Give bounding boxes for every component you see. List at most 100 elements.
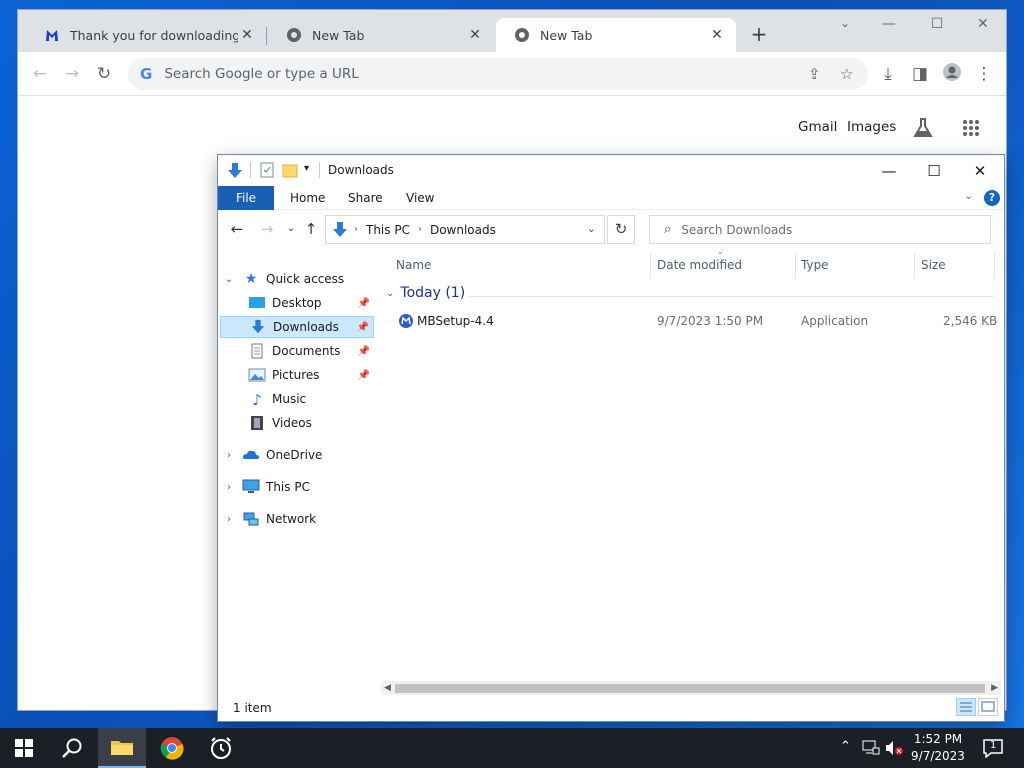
mbsetup-app-icon <box>399 314 413 328</box>
nav-music[interactable]: ♪ Music <box>230 388 374 410</box>
refresh-icon[interactable]: ↻ <box>607 215 635 244</box>
maximize-button[interactable]: ☐ <box>922 16 952 32</box>
up-icon[interactable]: ↑ <box>302 219 320 239</box>
tab-close-icon[interactable]: ✕ <box>238 27 256 43</box>
start-button[interactable] <box>0 728 48 768</box>
breadcrumb-chevron-icon[interactable]: › <box>354 224 358 235</box>
desktop-icon <box>249 297 265 308</box>
column-header-size[interactable]: Size <box>921 258 946 280</box>
apps-grid-icon[interactable] <box>962 119 980 137</box>
large-icons-view-button[interactable] <box>978 698 998 716</box>
volume-muted-icon[interactable] <box>884 740 904 756</box>
new-tab-button[interactable]: + <box>748 24 770 46</box>
collapse-group-chevron-icon[interactable]: ⌄ <box>386 288 394 299</box>
help-icon[interactable]: ? <box>984 190 1000 206</box>
forward-icon[interactable]: → <box>60 62 84 86</box>
action-center-button[interactable]: 1 <box>982 738 1004 761</box>
nav-desktop[interactable]: Desktop 📌 <box>230 292 374 314</box>
properties-icon[interactable] <box>260 162 274 178</box>
taskbar-file-explorer[interactable] <box>98 728 146 768</box>
clock-time: 1:52 PM <box>913 732 963 746</box>
nav-documents[interactable]: Documents 📌 <box>230 340 374 362</box>
nav-onedrive[interactable]: › OneDrive <box>222 444 372 466</box>
pin-icon: 📌 <box>357 345 370 357</box>
tab-file[interactable]: File <box>218 186 274 210</box>
tab-close-icon[interactable]: ✕ <box>708 27 726 43</box>
breadcrumb-downloads[interactable]: Downloads <box>430 223 496 237</box>
nav-pictures[interactable]: Pictures 📌 <box>230 364 374 386</box>
downloads-arrow-icon <box>333 221 347 237</box>
tab-new-tab-2[interactable]: New Tab ✕ <box>496 18 736 52</box>
details-view-button[interactable] <box>956 698 976 716</box>
download-icon[interactable]: ⤓ <box>876 62 900 86</box>
forward-icon[interactable]: → <box>258 219 276 239</box>
file-row[interactable]: MBSetup-4.4 9/7/2023 1:50 PM Application… <box>386 310 997 332</box>
omnibox[interactable]: G ⇪ ☆ <box>128 58 868 90</box>
close-button[interactable]: ✕ <box>968 16 998 32</box>
expand-chevron-icon[interactable]: › <box>222 514 236 525</box>
maximize-button[interactable]: ☐ <box>911 158 957 184</box>
expand-chevron-icon[interactable]: › <box>222 482 236 493</box>
recent-locations-icon[interactable]: ⌄ <box>282 219 300 239</box>
nav-this-pc[interactable]: › This PC <box>222 476 372 498</box>
tab-view[interactable]: View <box>394 186 446 210</box>
address-dropdown-icon[interactable]: ⌄ <box>587 222 596 235</box>
expand-ribbon-icon[interactable]: ⌄ <box>964 189 973 202</box>
profile-avatar[interactable] <box>940 62 964 86</box>
nav-quick-access[interactable]: ⌄ ★ Quick access <box>222 268 372 290</box>
tab-close-icon[interactable]: ✕ <box>466 27 484 43</box>
scroll-right-icon[interactable]: ▶ <box>991 681 998 695</box>
column-header-type[interactable]: Type <box>801 258 829 280</box>
menu-kebab-icon[interactable]: ⋮ <box>972 62 996 86</box>
breadcrumb-chevron-icon[interactable]: › <box>418 224 422 235</box>
side-panel-icon[interactable]: ◨ <box>908 62 932 86</box>
gmail-link[interactable]: Gmail <box>798 119 837 135</box>
collapse-chevron-icon[interactable]: ⌄ <box>222 274 236 285</box>
network-status-icon[interactable] <box>862 740 880 756</box>
scrollbar-thumb[interactable] <box>395 684 985 693</box>
tab-home[interactable]: Home <box>278 186 337 210</box>
tab-share[interactable]: Share <box>336 186 395 210</box>
window-title: Downloads <box>328 163 394 177</box>
taskbar-chrome[interactable] <box>148 728 196 768</box>
nav-network[interactable]: › Network <box>222 508 372 530</box>
tab-malwarebytes[interactable]: Thank you for downloading Malwarebytes ✕ <box>26 18 266 52</box>
expand-chevron-icon[interactable]: › <box>222 450 236 461</box>
search-button[interactable] <box>48 728 96 768</box>
column-separator[interactable] <box>914 253 915 279</box>
column-header-date-modified[interactable]: Date modified <box>657 258 742 280</box>
show-hidden-icons-chevron-icon[interactable]: ⌃ <box>840 739 851 754</box>
back-icon[interactable]: ← <box>28 62 52 86</box>
scroll-left-icon[interactable]: ◀ <box>384 681 391 695</box>
labs-flask-icon[interactable] <box>912 117 934 139</box>
column-header-name[interactable]: Name <box>396 258 431 280</box>
nav-downloads[interactable]: Downloads 📌 <box>220 316 374 338</box>
minimize-button[interactable]: — <box>866 158 912 184</box>
tab-new-tab-1[interactable]: New Tab ✕ <box>268 18 494 52</box>
close-button[interactable]: ✕ <box>957 158 1003 184</box>
search-box[interactable]: ⌕ <box>649 215 991 244</box>
minimize-button[interactable]: — <box>874 16 904 32</box>
breadcrumb-this-pc[interactable]: This PC <box>366 223 410 237</box>
bookmark-star-icon[interactable]: ☆ <box>840 65 853 83</box>
search-input[interactable] <box>681 222 972 237</box>
column-separator[interactable] <box>795 253 796 279</box>
back-icon[interactable]: ← <box>228 219 246 239</box>
share-icon[interactable]: ⇪ <box>808 65 821 83</box>
omnibox-input[interactable] <box>164 66 765 82</box>
horizontal-scrollbar[interactable]: ◀ ▶ <box>381 681 1001 695</box>
network-icon <box>243 512 259 526</box>
qat-dropdown-icon[interactable]: ▾ <box>304 163 309 174</box>
column-separator[interactable] <box>994 253 995 279</box>
taskbar-clock-app[interactable] <box>197 728 245 768</box>
system-clock[interactable]: 1:52 PM 9/7/2023 <box>905 731 971 765</box>
column-separator[interactable] <box>650 253 651 279</box>
nav-label: Documents <box>272 344 341 358</box>
address-bar[interactable]: › This PC › Downloads ⌄ <box>325 215 605 244</box>
reload-icon[interactable]: ↻ <box>92 62 116 86</box>
new-folder-icon[interactable] <box>282 162 298 178</box>
nav-videos[interactable]: Videos <box>230 412 374 434</box>
images-link[interactable]: Images <box>847 119 896 135</box>
group-header-today[interactable]: ⌄ Today (1) <box>386 285 465 301</box>
tab-search-icon[interactable]: ⌄ <box>830 16 860 30</box>
